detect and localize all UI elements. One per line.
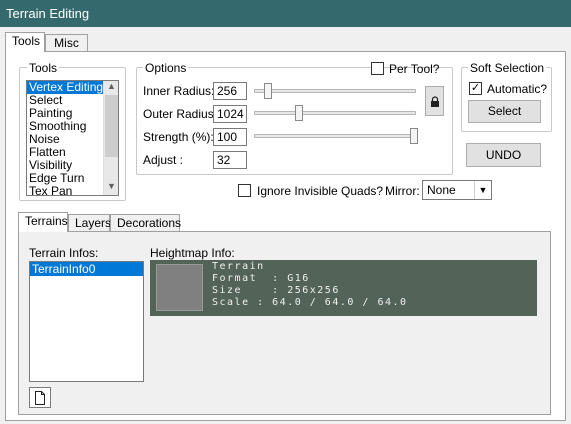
outer-radius-slider-track[interactable]	[254, 111, 416, 115]
soft-selection-group-label: Soft Selection	[468, 61, 547, 75]
new-terrain-button[interactable]	[29, 387, 51, 408]
tab-terrains[interactable]: Terrains	[18, 212, 68, 232]
heightmap-scale: Scale : 64.0 / 64.0 / 64.0	[212, 297, 408, 308]
undo-button[interactable]: UNDO	[466, 143, 541, 167]
inner-radius-input[interactable]: 256	[213, 82, 247, 100]
inner-radius-slider-track[interactable]	[254, 89, 416, 93]
tab-layers[interactable]: Layers	[68, 214, 112, 232]
lock-icon	[430, 93, 440, 108]
outer-radius-slider-thumb[interactable]	[295, 105, 303, 121]
automatic-label: Automatic?	[487, 82, 548, 96]
terrain-infos-listbox[interactable]: TerrainInfo0	[29, 261, 144, 382]
tab-terrains-label: Terrains	[25, 214, 68, 228]
chevron-down-icon[interactable]: ▼	[474, 181, 491, 199]
scroll-down-icon[interactable]: ▼	[104, 181, 118, 194]
options-group-label: Options	[143, 61, 189, 75]
window-title-bar: Terrain Editing	[0, 0, 571, 27]
adjust-label: Adjust :	[143, 153, 184, 167]
heightmap-name: Terrain	[212, 261, 265, 272]
ignore-invisible-label: Ignore Invisible Quads?	[257, 184, 384, 198]
outer-radius-input[interactable]: 1024	[213, 105, 247, 123]
strength-label: Strength (%):	[143, 130, 214, 144]
heightmap-size: Size : 256x256	[212, 285, 340, 296]
tab-tools-label: Tools	[12, 34, 41, 48]
tab-layers-label: Layers	[75, 216, 112, 230]
heightmap-format: Format : G16	[212, 273, 310, 284]
inner-radius-label: Inner Radius:	[143, 84, 215, 98]
heightmap-info-panel: Terrain Format : G16 Size : 256x256 Scal…	[150, 260, 537, 316]
tools-listbox[interactable]: Vertex Editing Select Painting Smoothing Noi…	[26, 80, 119, 196]
window-title: Terrain Editing	[6, 6, 90, 21]
scroll-thumb[interactable]	[105, 95, 118, 157]
strength-input[interactable]: 100	[213, 128, 247, 146]
new-document-icon	[34, 391, 46, 408]
tab-tools[interactable]: Tools	[5, 32, 45, 52]
tab-decorations[interactable]: Decorations	[110, 214, 182, 232]
mirror-value: None	[427, 183, 456, 197]
lock-button[interactable]	[425, 86, 444, 116]
outer-radius-label: Outer Radius:	[143, 107, 218, 121]
tools-list: Vertex Editing Select Painting Smoothing Noi…	[27, 81, 103, 196]
strength-slider-track[interactable]	[254, 134, 416, 138]
tab-misc-label: Misc	[54, 36, 79, 50]
list-item[interactable]: Tex Pan	[27, 185, 103, 196]
tools-scrollbar[interactable]: ▲ ▼	[103, 81, 118, 195]
mirror-label: Mirror:	[385, 184, 420, 198]
heightmap-info-label: Heightmap Info:	[150, 246, 235, 260]
adjust-input[interactable]: 32	[213, 151, 247, 169]
soft-select-button[interactable]: Select	[468, 100, 541, 123]
tab-decorations-label: Decorations	[117, 216, 182, 230]
per-tool-label: Per Tool?	[389, 62, 440, 76]
heightmap-preview	[156, 264, 203, 311]
tools-group-label: Tools	[27, 61, 60, 75]
strength-slider-thumb[interactable]	[410, 128, 418, 144]
terrain-infos-label: Terrain Infos:	[29, 246, 99, 260]
per-tool-checkbox[interactable]	[371, 62, 384, 75]
scroll-up-icon[interactable]: ▲	[104, 81, 118, 94]
automatic-checkbox[interactable]: ✓	[469, 82, 482, 95]
tab-misc[interactable]: Misc	[45, 34, 88, 52]
list-item[interactable]: TerrainInfo0	[30, 262, 143, 276]
inner-radius-slider-thumb[interactable]	[264, 83, 272, 99]
ignore-invisible-checkbox[interactable]	[238, 184, 251, 197]
mirror-select[interactable]: None ▼	[422, 180, 492, 200]
